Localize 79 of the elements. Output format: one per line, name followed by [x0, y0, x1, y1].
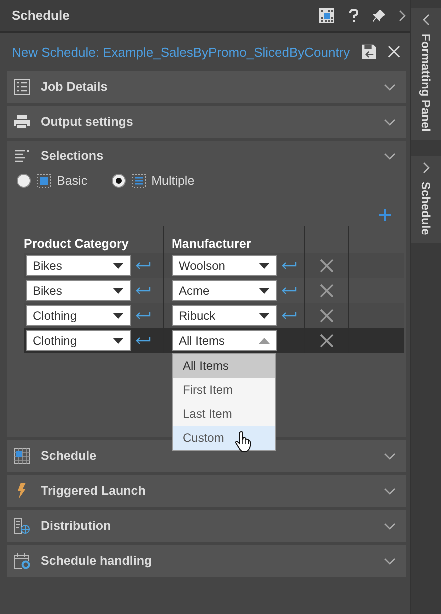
chevron-right-icon[interactable]	[399, 10, 406, 22]
list-icon	[14, 79, 30, 95]
caret-down-icon	[113, 312, 124, 318]
help-icon[interactable]	[349, 8, 359, 22]
caret-down-icon	[259, 288, 270, 294]
column-header: Product Category	[24, 236, 130, 253]
chevron-down-icon[interactable]	[384, 84, 396, 90]
link-arrow-icon[interactable]	[281, 286, 297, 295]
link-arrow-icon[interactable]	[135, 336, 151, 345]
chevron-down-icon[interactable]	[384, 558, 396, 564]
caret-down-icon	[259, 262, 270, 268]
close-icon[interactable]	[388, 45, 401, 59]
multi-select-icon	[132, 174, 146, 188]
section-header[interactable]: Output settings	[7, 106, 406, 138]
side-tab[interactable]: Formatting Panel	[411, 8, 441, 140]
document-globe-icon	[14, 518, 30, 534]
link-arrow-icon[interactable]	[281, 261, 297, 270]
printer-icon	[14, 115, 30, 129]
save-icon[interactable]	[362, 44, 376, 60]
section-title: Distribution	[41, 519, 112, 533]
section-header[interactable]: Job Details	[7, 71, 406, 103]
lines-icon	[15, 150, 29, 162]
dropdown[interactable]: Clothing	[26, 330, 131, 351]
section-title: Job Details	[41, 80, 109, 94]
dropdown[interactable]: Bikes	[26, 255, 131, 276]
dropdown[interactable]: All Items	[172, 330, 277, 351]
calendar-icon	[14, 448, 30, 464]
delete-icon[interactable]	[320, 284, 334, 298]
calendar-icon[interactable]	[319, 8, 335, 24]
caret-down-icon	[259, 312, 270, 318]
lightning-icon	[17, 483, 27, 499]
section-title: Schedule	[41, 449, 98, 463]
dropdown[interactable]: Bikes	[26, 280, 131, 301]
section-header[interactable]: Distribution	[7, 510, 406, 542]
chevron-down-icon[interactable]	[384, 452, 396, 460]
chevron-right-icon	[422, 162, 430, 174]
single-select-icon	[37, 174, 51, 188]
table-row[interactable]: Bikes Woolson	[24, 253, 404, 278]
link-arrow-icon[interactable]	[135, 311, 151, 320]
dropdown[interactable]: Clothing	[26, 305, 131, 326]
radio-button[interactable]	[112, 174, 126, 188]
delete-icon[interactable]	[320, 334, 334, 348]
dropdown[interactable]: Ribuck	[172, 305, 277, 326]
chevron-down-icon[interactable]	[384, 488, 396, 494]
schedule-name: New Schedule: Example_SalesByPromo_SlicedByCountry	[12, 44, 350, 60]
section-title: Triggered Launch	[41, 484, 147, 498]
delete-icon[interactable]	[320, 258, 334, 272]
chevron-down-icon[interactable]	[384, 152, 396, 160]
link-arrow-icon[interactable]	[135, 261, 151, 270]
menu-item[interactable]: Custom	[173, 426, 275, 450]
section-header[interactable]: Triggered Launch	[7, 475, 406, 507]
calendar-gear-icon	[14, 553, 30, 569]
menu-item[interactable]: All Items	[173, 354, 275, 378]
menu-item[interactable]: Last Item	[173, 402, 275, 426]
chevron-down-icon[interactable]	[384, 118, 396, 126]
caret-down-icon	[113, 262, 124, 268]
link-arrow-icon[interactable]	[281, 311, 297, 320]
mode-label: Basic	[57, 174, 88, 188]
dropdown[interactable]: Acme	[172, 280, 277, 301]
link-arrow-icon[interactable]	[135, 286, 151, 295]
pin-icon[interactable]	[373, 10, 385, 22]
radio-button[interactable]	[17, 174, 31, 188]
caret-down-icon	[113, 288, 124, 294]
delete-icon[interactable]	[320, 308, 334, 322]
caret-up-icon	[259, 338, 270, 344]
panel-title: Schedule	[12, 8, 70, 23]
side-tab[interactable]: Schedule	[411, 156, 441, 244]
section-title: Output settings	[41, 115, 134, 129]
dropdown[interactable]: Woolson	[172, 255, 277, 276]
chevron-down-icon[interactable]	[384, 522, 396, 530]
mode-label: Multiple	[152, 174, 195, 188]
section-header[interactable]: Schedule handling	[7, 545, 406, 577]
section-title: Selections	[41, 149, 105, 163]
section-title: Schedule handling	[41, 554, 154, 568]
menu-item[interactable]: First Item	[173, 378, 275, 402]
table-row[interactable]: Clothing Ribuck	[24, 303, 404, 328]
caret-down-icon	[113, 338, 124, 344]
add-icon[interactable]	[379, 209, 391, 221]
chevron-left-icon	[422, 14, 430, 26]
